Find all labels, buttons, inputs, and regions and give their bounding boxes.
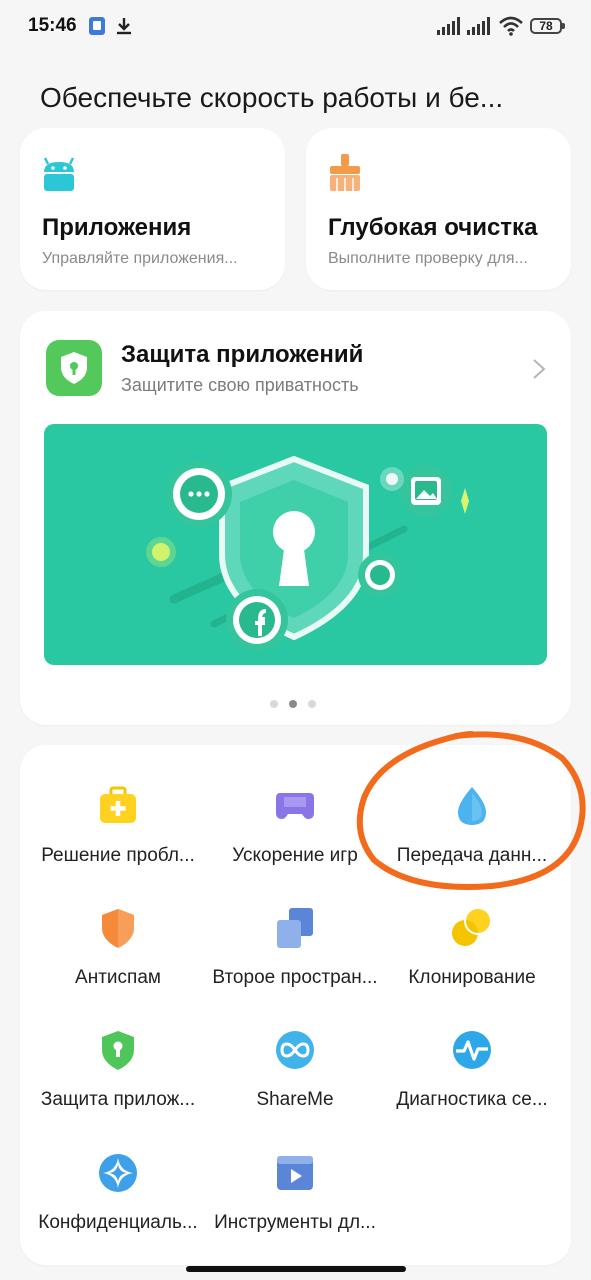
carousel-dot-active[interactable] [289, 700, 297, 708]
app-lock-icon [102, 1031, 134, 1070]
android-icon [42, 156, 76, 197]
water-drop-icon [458, 787, 486, 825]
tool-network-diagnostics[interactable]: Диагностика се... [377, 1027, 567, 1111]
tool-privacy[interactable]: Конфиденциаль... [23, 1150, 213, 1234]
network-diagnostics-icon [453, 1031, 491, 1069]
tool-label: Решение пробл... [41, 845, 195, 866]
tool-app-lock[interactable]: Защита прилож... [23, 1027, 213, 1111]
feature-title: Защита приложений [121, 341, 364, 368]
carousel-indicator [270, 695, 327, 713]
apps-tile[interactable]: Приложения Управляйте приложения... [20, 128, 285, 290]
first-aid-kit-icon [100, 786, 136, 823]
tool-label: Антиспам [75, 967, 161, 988]
sim-card-icon [88, 16, 106, 41]
tile-subtitle: Управляйте приложения... [42, 250, 238, 267]
battery-icon: 78 [530, 18, 565, 34]
tool-label: Передача данн... [396, 845, 548, 866]
tool-label: Второе простран... [212, 967, 378, 988]
status-time: 15:46 [28, 15, 77, 36]
tool-label: Диагностика се... [396, 1089, 548, 1110]
home-indicator[interactable] [186, 1266, 406, 1272]
download-icon [115, 16, 133, 41]
clone-apps-icon [452, 907, 492, 946]
battery-level: 78 [539, 19, 553, 33]
shield-lock-icon [46, 340, 102, 401]
feature-subtitle: Защитите свою приватность [121, 375, 359, 395]
broom-icon [328, 154, 362, 197]
tool-troubleshoot[interactable]: Решение пробл... [23, 783, 213, 867]
wifi-icon [498, 16, 524, 41]
tool-data-transfer[interactable]: Передача данн... [377, 783, 567, 867]
deep-clean-tile[interactable]: Глубокая очистка Выполните проверку для.… [306, 128, 571, 290]
dual-space-icon [277, 908, 313, 948]
tool-label: Конфиденциаль... [38, 1212, 198, 1233]
status-bar: 15:46 78 [0, 0, 591, 52]
tool-antispam[interactable]: Антиспам [23, 905, 213, 989]
tile-subtitle: Выполните проверку для... [328, 250, 528, 267]
orange-shield-icon [102, 909, 134, 948]
tool-label: Ускорение игр [232, 845, 358, 866]
tool-game-turbo[interactable]: Ускорение игр [200, 783, 390, 867]
tool-clone-apps[interactable]: Клонирование [377, 905, 567, 989]
shareme-icon [276, 1031, 314, 1069]
page-title: Обеспечьте скорость работы и бе... [40, 82, 504, 113]
tile-title: Глубокая очистка [328, 214, 538, 241]
tool-label: ShareMe [256, 1089, 334, 1110]
tile-title: Приложения [42, 214, 192, 241]
privacy-icon [99, 1154, 137, 1192]
tool-label: Клонирование [408, 967, 536, 988]
shield-illustration [146, 455, 469, 651]
tool-label: Инструменты дл... [214, 1212, 376, 1233]
tool-second-space[interactable]: Второе простран... [200, 905, 390, 989]
video-tools-icon [277, 1156, 313, 1190]
tool-shareme[interactable]: ShareMe [200, 1027, 390, 1111]
chevron-right-icon[interactable] [532, 358, 546, 385]
carousel-dot[interactable] [270, 700, 278, 708]
protection-banner[interactable] [44, 424, 547, 665]
tool-video-tools[interactable]: Инструменты дл... [200, 1150, 390, 1234]
signal-1-icon [437, 17, 461, 40]
carousel-dot[interactable] [308, 700, 316, 708]
gamepad-icon [276, 793, 314, 819]
signal-2-icon [467, 17, 491, 40]
tool-label: Защита прилож... [40, 1089, 196, 1110]
